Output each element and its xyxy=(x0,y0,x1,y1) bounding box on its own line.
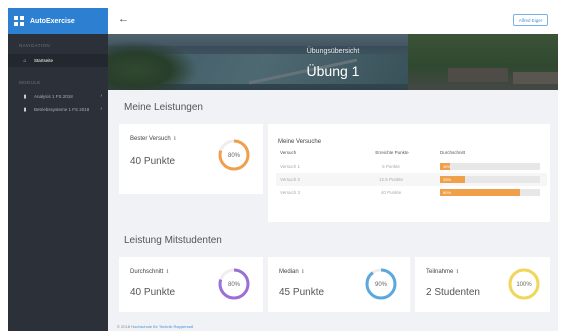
brand[interactable]: AutoExercise xyxy=(8,8,108,34)
sidebar-item-betriebssysteme[interactable]: ▮ Betriebssysteme 1 FS 2018 › xyxy=(8,103,108,116)
column-header: Erreichte Punkte xyxy=(375,150,409,155)
info-icon[interactable]: ℹ xyxy=(166,269,168,275)
card-label-text: Bester Versuch xyxy=(130,136,171,142)
home-icon: ⌂ xyxy=(23,57,27,64)
attempt-name: Versuch 3 xyxy=(280,190,301,195)
attempts-title: Meine Versuche xyxy=(278,139,322,145)
progress-bar: 80% xyxy=(440,189,540,196)
progress-fill: 80% xyxy=(440,189,520,196)
chevron-right-icon: › xyxy=(100,106,102,112)
column-header: Durchschnitt xyxy=(440,150,466,155)
sidebar-item-label: Startseite xyxy=(34,58,54,63)
footer: © 2018 Hochschule für Technik Rapperswil xyxy=(108,323,558,331)
user-button[interactable]: Alfred Eiger xyxy=(513,14,548,26)
attempt-name: Versuch 1 xyxy=(280,164,301,169)
progress-ring: 80% xyxy=(218,139,250,171)
section-title-my-performance: Meine Leistungen xyxy=(124,102,203,113)
progress-ring: 80% xyxy=(218,268,250,300)
card-label: Bester Versuch ℹ xyxy=(130,136,176,142)
section-title-fellow-students: Leistung Mitstudenten xyxy=(124,235,222,246)
card-label: Teilnahme ℹ xyxy=(426,269,458,275)
progress-fill: 10% xyxy=(440,163,451,170)
card-value: 40 Punkte xyxy=(130,156,176,167)
ring-percent: 90% xyxy=(375,282,388,288)
progress-ring: 90% xyxy=(365,268,397,300)
app-window: AutoExercise NAVIGATION ⌂ Startseite MOD… xyxy=(8,8,558,331)
sidebar-item-startseite[interactable]: ⌂ Startseite xyxy=(8,54,108,67)
table-row: Versuch 1 5 Punkte 10% xyxy=(276,160,547,173)
card-label-text: Teilnahme xyxy=(426,269,454,275)
sidebar-item-analysis[interactable]: ▮ Analysis 1 FS 2018 › xyxy=(8,90,108,103)
info-icon[interactable]: ℹ xyxy=(302,269,304,275)
sidebar-item-label: Analysis 1 FS 2018 xyxy=(34,94,73,99)
card-label: Median ℹ xyxy=(279,269,304,275)
modules-heading: MODULE xyxy=(19,80,41,85)
card-label-text: Median xyxy=(279,269,299,275)
card-label-text: Durchschnitt xyxy=(130,269,164,275)
info-icon[interactable]: ℹ xyxy=(174,136,176,142)
progress-fill: 25% xyxy=(440,176,465,183)
footer-copyright: © 2018 xyxy=(117,324,130,329)
banner-subtitle: Übungsübersicht xyxy=(306,48,360,55)
sidebar: AutoExercise NAVIGATION ⌂ Startseite MOD… xyxy=(8,8,108,331)
info-icon[interactable]: ℹ xyxy=(456,269,458,275)
card-value: 45 Punkte xyxy=(279,287,325,298)
banner-overlay xyxy=(108,34,558,90)
table-row: Versuch 2 12.5 Punkte 25% xyxy=(276,173,547,186)
back-arrow-icon[interactable]: ← xyxy=(118,13,129,25)
attempt-name: Versuch 2 xyxy=(280,177,301,182)
best-attempt-card: Bester Versuch ℹ 40 Punkte 80% xyxy=(119,124,263,194)
bookmark-icon: ▮ xyxy=(23,106,27,113)
sidebar-item-label: Betriebssysteme 1 FS 2018 xyxy=(34,107,90,112)
chevron-right-icon: › xyxy=(100,93,102,99)
ring-percent: 80% xyxy=(228,153,241,159)
page-title: Übung 1 xyxy=(306,63,360,79)
average-card: Durchschnitt ℹ 40 Punkte 80% xyxy=(119,257,263,312)
app-name: AutoExercise xyxy=(30,17,75,25)
table-row: Versuch 3 40 Punkte 80% xyxy=(276,186,547,199)
top-bar: ← Alfred Eiger xyxy=(108,8,558,34)
ring-percent: 100% xyxy=(516,282,532,288)
app-grid-icon xyxy=(14,16,24,26)
card-label: Durchschnitt ℹ xyxy=(130,269,168,275)
progress-bar: 25% xyxy=(440,176,540,183)
navigation-heading: NAVIGATION xyxy=(19,43,51,48)
median-card: Median ℹ 45 Punkte 90% xyxy=(268,257,410,312)
participation-card: Teilnahme ℹ 2 Studenten 100% xyxy=(415,257,550,312)
attempt-points: 40 Punkte xyxy=(380,190,402,195)
footer-link[interactable]: Hochschule für Technik Rapperswil xyxy=(131,324,193,329)
attempts-card: Meine Versuche Versuch Erreichte Punkte … xyxy=(268,124,550,222)
header-banner: Übungsübersicht Übung 1 xyxy=(108,34,558,90)
progress-ring: 100% xyxy=(508,268,540,300)
card-value: 40 Punkte xyxy=(130,287,176,298)
attempt-points: 12.5 Punkte xyxy=(378,177,404,182)
card-value: 2 Studenten xyxy=(426,287,480,298)
column-header: Versuch xyxy=(280,150,297,155)
progress-bar: 10% xyxy=(440,163,540,170)
bookmark-icon: ▮ xyxy=(23,93,27,100)
ring-percent: 80% xyxy=(228,282,241,288)
attempt-points: 5 Punkte xyxy=(382,164,400,169)
